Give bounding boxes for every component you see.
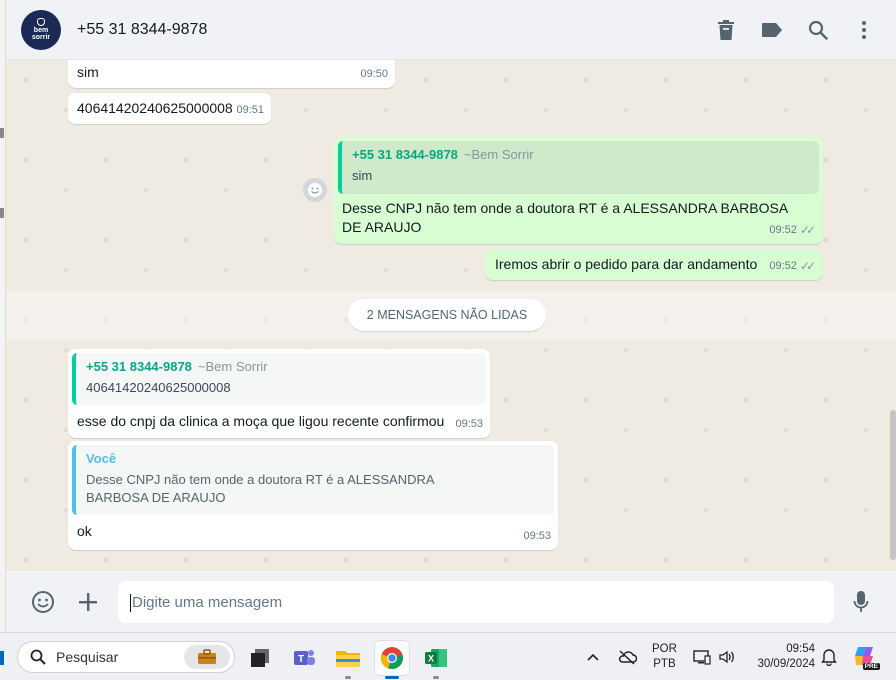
message-time: 09:53 xyxy=(523,530,551,542)
search-label: Pesquisar xyxy=(56,649,119,665)
quoted-message[interactable]: Você Desse CNPJ não tem onde a doutora R… xyxy=(72,445,554,515)
text-caret xyxy=(130,594,131,612)
message-text: sim xyxy=(77,64,99,80)
language-code: POR xyxy=(652,643,677,655)
contact-name[interactable]: +55 31 8344-9878 xyxy=(77,21,207,39)
message-meta: 09:52 ✓✓ xyxy=(769,257,816,276)
message-text: Desse CNPJ não tem onde a doutora RT é a… xyxy=(342,200,788,235)
quote-text: Desse CNPJ não tem onde a doutora RT é a… xyxy=(86,472,434,505)
edge-mark xyxy=(0,128,4,138)
quote-author-alias: ~Bem Sorrir xyxy=(197,359,268,374)
trash-icon[interactable] xyxy=(714,18,738,42)
briefcase-icon[interactable] xyxy=(184,645,230,669)
microphone-icon[interactable] xyxy=(847,588,875,616)
excel-app[interactable]: X xyxy=(419,641,453,679)
message-outgoing[interactable]: +55 31 8344-9878 ~Bem Sorrir sim Desse CN… xyxy=(334,137,823,244)
svg-text:T: T xyxy=(298,654,304,665)
clock-date: 30/09/2024 xyxy=(757,658,815,670)
language-indicator[interactable]: POR PTB xyxy=(652,633,677,680)
chat-header: bem sorrir +55 31 8344-9878 xyxy=(6,0,896,60)
notification-bell-icon[interactable] xyxy=(821,633,837,680)
header-actions xyxy=(714,0,876,60)
message-outgoing[interactable]: Iremos abrir o pedido para dar andamento… xyxy=(485,249,823,280)
message-time: 09:51 xyxy=(236,104,264,116)
message-meta: 09:52 ✓✓ xyxy=(769,221,816,240)
svg-text:X: X xyxy=(428,654,434,664)
task-view-app[interactable] xyxy=(243,641,277,675)
quote-text: sim xyxy=(352,168,373,183)
quote-author: +55 31 8344-9878 ~Bem Sorrir xyxy=(352,146,811,164)
emoji-icon[interactable] xyxy=(29,588,57,616)
quote-author-number: +55 31 8344-9878 xyxy=(352,147,458,162)
message-incoming[interactable]: +55 31 8344-9878 ~Bem Sorrir 406414202406… xyxy=(68,349,490,438)
taskbar-search[interactable]: Pesquisar xyxy=(17,641,235,673)
network-icon[interactable] xyxy=(693,633,711,680)
chat-scrollbar[interactable] xyxy=(890,410,896,560)
message-input[interactable] xyxy=(118,581,834,623)
avatar-text-line2: sorrir xyxy=(31,34,51,41)
search-icon xyxy=(30,649,46,665)
quote-author: Você xyxy=(86,451,117,466)
running-indicator xyxy=(345,676,351,679)
message-incoming[interactable]: sim 09:50 xyxy=(68,60,395,88)
running-indicator xyxy=(433,676,439,679)
system-clock[interactable]: 09:54 30/09/2024 xyxy=(750,633,815,680)
volume-icon[interactable] xyxy=(718,633,736,680)
show-hidden-icons[interactable] xyxy=(586,633,600,680)
avatar-text-line1: bem xyxy=(33,27,49,34)
double-check-icon: ✓✓ xyxy=(799,223,816,237)
clock-time: 09:54 xyxy=(786,643,815,655)
quote-text: 40641420240625000008 xyxy=(86,380,231,395)
tooth-logo-icon xyxy=(37,18,45,26)
quote-author-number: +55 31 8344-9878 xyxy=(86,359,192,374)
keyboard-layout: PTB xyxy=(653,658,676,670)
onedrive-icon[interactable] xyxy=(617,633,637,680)
message-time: 09:52 xyxy=(769,260,797,272)
message-text: esse do cnpj da clinica a moça que ligou… xyxy=(77,413,445,429)
quote-author-alias: ~Bem Sorrir xyxy=(463,147,534,162)
double-check-icon: ✓✓ xyxy=(799,259,816,273)
unread-messages-badge: 2 MENSAGENS NÃO LIDAS xyxy=(348,299,546,331)
teams-app[interactable]: T xyxy=(287,641,321,675)
copilot-preview-badge: PRE xyxy=(862,663,880,670)
label-icon[interactable] xyxy=(760,18,784,42)
menu-kebab-icon[interactable] xyxy=(852,18,876,42)
message-text: ok xyxy=(77,523,92,539)
windows-start-icon[interactable] xyxy=(0,651,4,665)
quoted-message[interactable]: +55 31 8344-9878 ~Bem Sorrir 406414202406… xyxy=(72,353,486,405)
message-time: 09:53 xyxy=(455,418,483,430)
file-explorer-app[interactable] xyxy=(331,641,365,679)
message-incoming[interactable]: Você Desse CNPJ não tem onde a doutora R… xyxy=(68,441,558,550)
message-time: 09:52 xyxy=(769,224,797,236)
copilot-icon[interactable]: PRE xyxy=(852,633,880,680)
message-composer xyxy=(6,571,896,632)
avatar[interactable]: bem sorrir xyxy=(21,9,61,50)
quoted-message[interactable]: +55 31 8344-9878 ~Bem Sorrir sim xyxy=(338,141,819,194)
attach-plus-icon[interactable] xyxy=(74,588,102,616)
chrome-app[interactable] xyxy=(375,641,409,679)
active-indicator xyxy=(385,676,399,679)
edge-mark xyxy=(0,208,4,218)
chat-panel[interactable]: sim 09:50 40641420240625000008 09:51 +55… xyxy=(6,60,896,571)
react-emoji-button[interactable] xyxy=(303,178,327,202)
message-incoming[interactable]: 40641420240625000008 09:51 xyxy=(68,93,271,124)
quote-author: +55 31 8344-9878 ~Bem Sorrir xyxy=(86,358,478,376)
chevron-up-icon xyxy=(587,653,599,661)
search-icon[interactable] xyxy=(806,18,830,42)
message-time: 09:50 xyxy=(360,68,388,80)
windows-taskbar: Pesquisar T X POR PTB 09:54 30/09/2024 P… xyxy=(0,632,896,680)
